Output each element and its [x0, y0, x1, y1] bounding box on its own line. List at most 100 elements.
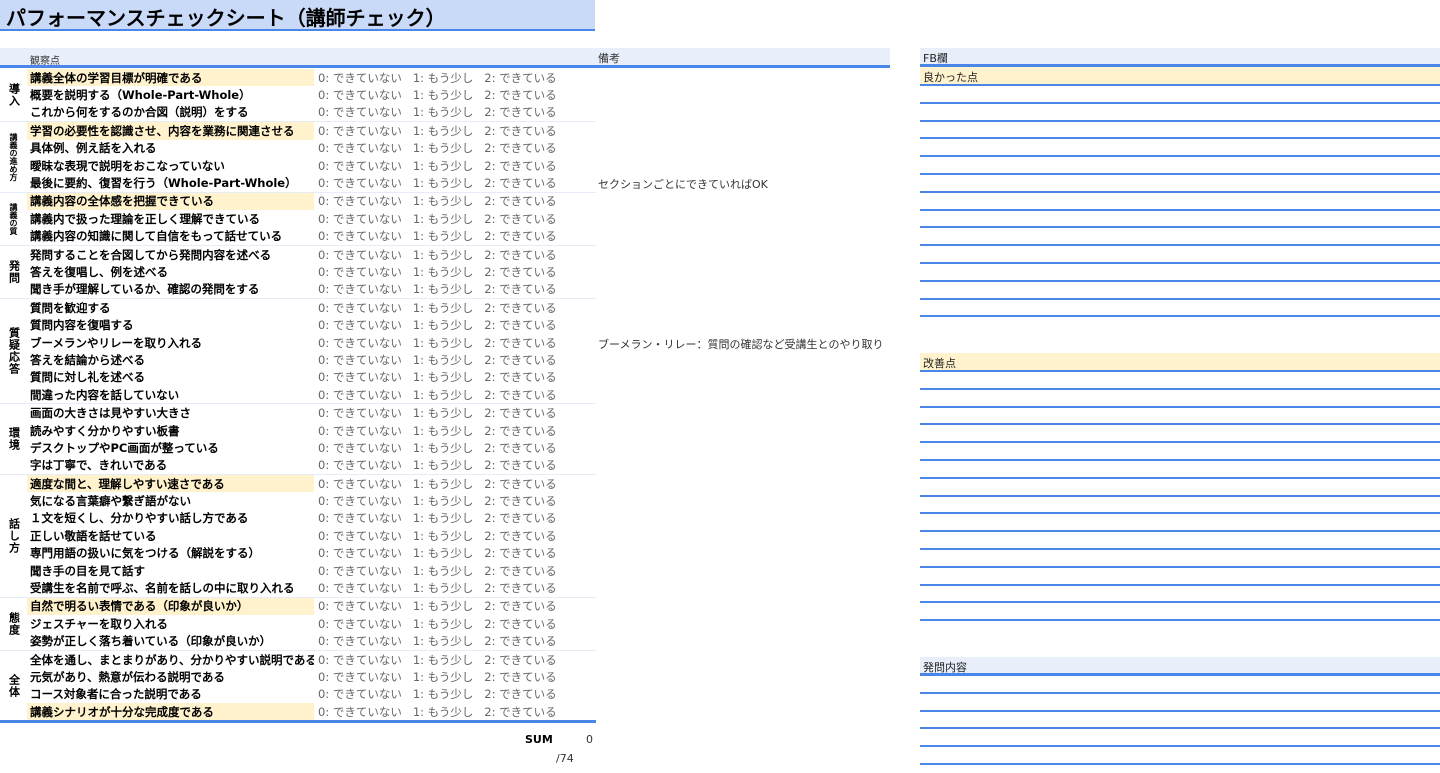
table-row: 答えを結論から述べる 0: できていない 1: もう少し 2: できている: [27, 351, 596, 368]
feedback-line-input[interactable]: [920, 228, 1440, 247]
feedback-line-input[interactable]: [920, 514, 1440, 533]
score-select[interactable]: 0: できていない 1: もう少し 2: できている: [314, 175, 557, 191]
score-select[interactable]: 0: できていない 1: もう少し 2: できている: [314, 528, 557, 544]
feedback-line-input[interactable]: [920, 193, 1440, 211]
feedback-line-input[interactable]: [920, 479, 1440, 497]
score-select[interactable]: 0: できていない 1: もう少し 2: できている: [314, 563, 557, 579]
criterion: 受講生を名前で呼ぶ、名前を話しの中に取り入れる: [30, 581, 295, 596]
criterion: 発問することを合図してから発問内容を述べる: [30, 247, 272, 262]
feedback-line-input[interactable]: [920, 104, 1440, 122]
criterion: 質問を歓迎する: [30, 300, 111, 315]
score-select[interactable]: 0: できていない 1: もう少し 2: できている: [314, 352, 557, 368]
feedback-line-input[interactable]: [920, 86, 1440, 104]
score-select[interactable]: 0: できていない 1: もう少し 2: できている: [314, 335, 557, 351]
feedback-line-input[interactable]: [920, 211, 1440, 229]
feedback-line-input[interactable]: [920, 603, 1440, 622]
questions-header: 発問内容: [920, 657, 1440, 676]
score-select[interactable]: 0: できていない 1: もう少し 2: できている: [314, 704, 557, 720]
score-select[interactable]: 0: できていない 1: もう少し 2: できている: [314, 669, 557, 685]
score-select[interactable]: 0: できていない 1: もう少し 2: できている: [314, 123, 557, 139]
feedback-line-input[interactable]: [920, 122, 1440, 140]
score-select[interactable]: 0: できていない 1: もう少し 2: できている: [314, 158, 557, 174]
feedback-line-input[interactable]: [920, 425, 1440, 444]
score-select[interactable]: 0: できていない 1: もう少し 2: できている: [314, 193, 557, 209]
score-select[interactable]: 0: できていない 1: もう少し 2: できている: [314, 633, 557, 649]
score-select[interactable]: 0: できていない 1: もう少し 2: できている: [314, 457, 557, 473]
feedback-line-input[interactable]: [920, 157, 1440, 175]
score-select[interactable]: 0: できていない 1: もう少し 2: できている: [314, 580, 557, 596]
criterion: 画面の大きさは見やすい大きさ: [30, 406, 191, 421]
feedback-line-input[interactable]: [920, 747, 1440, 765]
score-select[interactable]: 0: できていない 1: もう少し 2: できている: [314, 598, 557, 614]
score-select[interactable]: 0: できていない 1: もう少し 2: できている: [314, 476, 557, 492]
feedback-line-input[interactable]: [920, 461, 1440, 479]
score-select[interactable]: 0: できていない 1: もう少し 2: できている: [314, 387, 557, 403]
feedback-line-input[interactable]: [920, 443, 1440, 461]
table-row: 曖昧な表現で説明をおこなっていない 0: できていない 1: もう少し 2: でき…: [27, 157, 596, 174]
score-select[interactable]: 0: できていない 1: もう少し 2: できている: [314, 140, 557, 156]
table-row: 適度な間と、理解しやすい速さである 0: できていない 1: もう少し 2: でき…: [27, 474, 596, 493]
feedback-line-input[interactable]: [920, 568, 1440, 586]
feedback-line-input[interactable]: [920, 532, 1440, 550]
score-select[interactable]: 0: できていない 1: もう少し 2: できている: [314, 545, 557, 561]
criterion: 講義内容の知識に関して自信をもって話せている: [30, 229, 283, 244]
criterion: 元気があり、熱意が伝わる説明である: [30, 669, 225, 684]
feedback-line-input[interactable]: [920, 497, 1440, 515]
score-select[interactable]: 0: できていない 1: もう少し 2: できている: [314, 510, 557, 526]
criterion: 専門用語の扱いに気をつける（解説をする）: [30, 546, 260, 561]
criterion: 講義シナリオが十分な完成度である: [27, 703, 314, 721]
feedback-line-input[interactable]: [920, 694, 1440, 712]
table-row: 具体例、例え話を入れる 0: できていない 1: もう少し 2: できている: [27, 140, 596, 157]
score-select[interactable]: 0: できていない 1: もう少し 2: できている: [314, 686, 557, 702]
feedback-line-input[interactable]: [920, 390, 1440, 408]
score-select[interactable]: 0: できていない 1: もう少し 2: できている: [314, 70, 557, 86]
table-row: 質問を歓迎する 0: できていない 1: もう少し 2: できている: [27, 299, 596, 316]
table-row: 受講生を名前で呼ぶ、名前を話しの中に取り入れる 0: できていない 1: もう少し…: [27, 579, 596, 596]
section: 話し方 適度な間と、理解しやすい速さである 0: できていない 1: もう少し 2:…: [0, 474, 596, 598]
score-select[interactable]: 0: できていない 1: もう少し 2: できている: [314, 493, 557, 509]
remark: セクションごとにできていればOK: [598, 178, 768, 192]
feedback-line-input[interactable]: [920, 300, 1440, 318]
section: 質疑応答 質問を歓迎する 0: できていない 1: もう少し 2: できている 質問内…: [0, 299, 883, 405]
feedback-line-input[interactable]: [920, 676, 1440, 694]
score-select[interactable]: 0: できていない 1: もう少し 2: できている: [314, 104, 557, 120]
feedback-line-input[interactable]: [920, 408, 1440, 426]
section-label: 導入: [7, 83, 21, 108]
score-select[interactable]: 0: できていない 1: もう少し 2: できている: [314, 247, 557, 263]
section-label: 質疑応答: [7, 327, 21, 376]
score-select[interactable]: 0: できていない 1: もう少し 2: できている: [314, 281, 557, 297]
score-select[interactable]: 0: できていない 1: もう少し 2: できている: [314, 616, 557, 632]
criterion: ジェスチャーを取り入れる: [30, 616, 168, 631]
score-select[interactable]: 0: できていない 1: もう少し 2: できている: [314, 405, 557, 421]
feedback-line-input[interactable]: [920, 139, 1440, 158]
criterion: デスクトップやPC画面が整っている: [30, 440, 219, 455]
feedback-line-input[interactable]: [920, 264, 1440, 282]
criterion: 姿勢が正しく落ち着いている（印象が良いか）: [30, 634, 272, 649]
table-row: 講義内容の知識に関して自信をもって話せている 0: できていない 1: もう少し …: [27, 228, 596, 245]
score-select[interactable]: 0: できていない 1: もう少し 2: できている: [314, 87, 557, 103]
criterion: 読みやすく分かりやすい板書: [30, 423, 180, 438]
feedback-line-input[interactable]: [920, 712, 1440, 730]
section-label: 全体: [7, 673, 21, 698]
table-row: 講義シナリオが十分な完成度である 0: できていない 1: もう少し 2: できて…: [27, 703, 596, 721]
feedback-line-input[interactable]: [920, 246, 1440, 264]
feedback-line-input[interactable]: [920, 586, 1440, 604]
score-select[interactable]: 0: できていない 1: もう少し 2: できている: [314, 423, 557, 439]
feedback-line-input[interactable]: [920, 372, 1440, 390]
score-select[interactable]: 0: できていない 1: もう少し 2: できている: [314, 228, 557, 244]
feedback-line-input[interactable]: [920, 729, 1440, 748]
improve-lines: [920, 372, 1440, 622]
score-select[interactable]: 0: できていない 1: もう少し 2: できている: [314, 440, 557, 456]
score-select[interactable]: 0: できていない 1: もう少し 2: できている: [314, 264, 557, 280]
score-select[interactable]: 0: できていない 1: もう少し 2: できている: [314, 300, 557, 316]
score-select[interactable]: 0: できていない 1: もう少し 2: できている: [314, 652, 557, 668]
feedback-line-input[interactable]: [920, 175, 1440, 193]
feedback-line-input[interactable]: [920, 550, 1440, 568]
score-select[interactable]: 0: できていない 1: もう少し 2: できている: [314, 211, 557, 227]
feedback-line-input[interactable]: [920, 282, 1440, 300]
criterion: 最後に要約、復習を行う（Whole-Part-Whole）: [30, 176, 297, 191]
score-select[interactable]: 0: できていない 1: もう少し 2: できている: [314, 317, 557, 333]
table-row: 講義内容の全体感を把握できている 0: できていない 1: もう少し 2: できて…: [27, 192, 596, 211]
score-select[interactable]: 0: できていない 1: もう少し 2: できている: [314, 369, 557, 385]
criterion: 学習の必要性を認識させ、内容を業務に関連させる: [27, 122, 314, 140]
